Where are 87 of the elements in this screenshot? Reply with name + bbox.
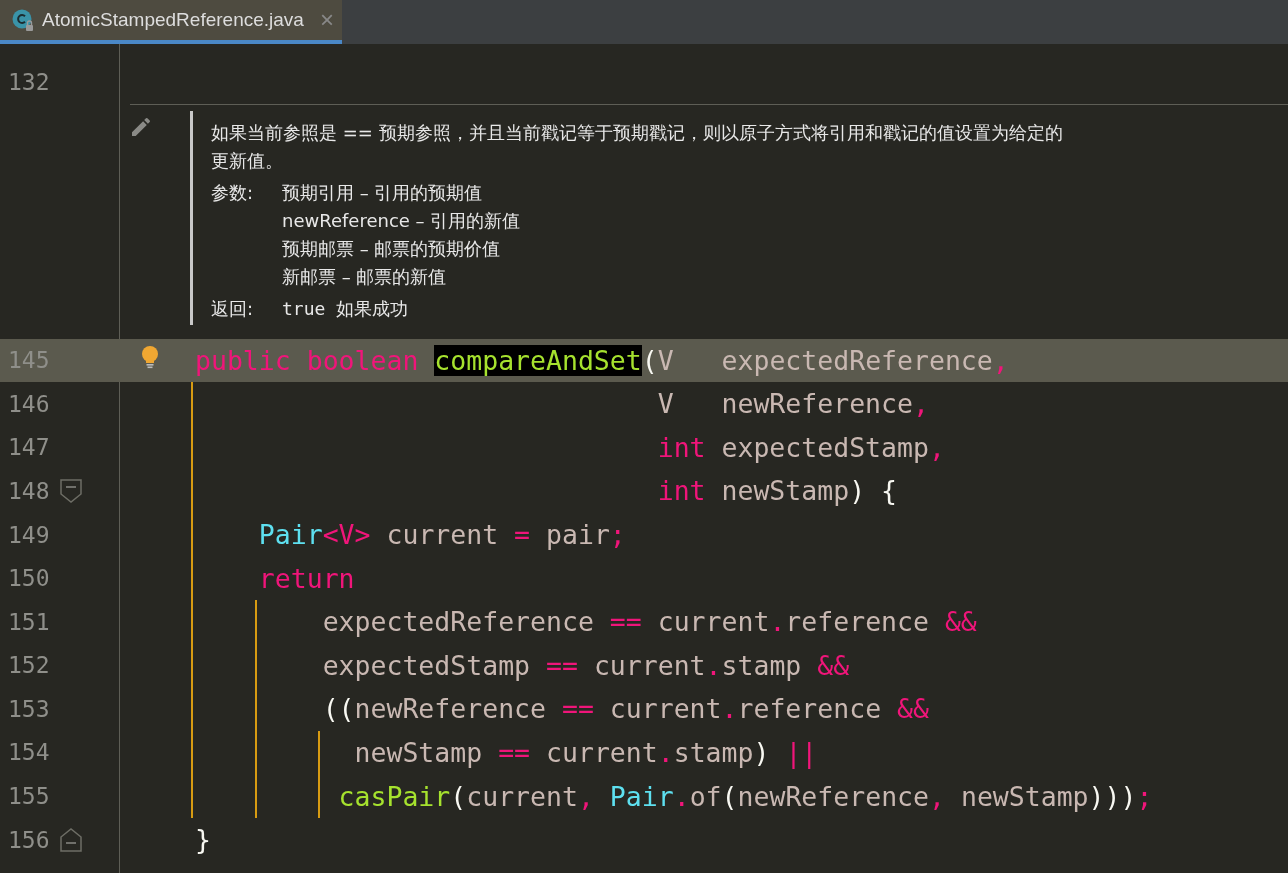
- doc-section-label: 参数:: [211, 180, 255, 205]
- identifier: newStamp: [960, 780, 1089, 812]
- operator: .: [769, 606, 786, 638]
- operator: ,: [929, 780, 946, 812]
- line-number: 147: [7, 433, 51, 463]
- identifier: current: [656, 606, 770, 638]
- identifier: stamp: [673, 736, 754, 768]
- operator: ==: [546, 649, 578, 681]
- line-number: 151: [7, 607, 51, 637]
- identifier: V expectedReference: [657, 344, 993, 376]
- doc-entry: 新邮票 – 邮票的新值: [282, 264, 448, 289]
- operator: <V>: [322, 518, 371, 550]
- identifier: newStamp: [721, 475, 850, 507]
- punctuation: ))): [1088, 780, 1137, 812]
- identifier: newStamp: [353, 736, 484, 768]
- operator: .: [705, 649, 722, 681]
- line-number: 146: [7, 389, 51, 419]
- operator: &&: [944, 606, 977, 638]
- type-name: Pair: [257, 518, 323, 550]
- punctuation: (: [450, 780, 467, 812]
- class-file-icon: [12, 8, 34, 32]
- operator: ,: [912, 388, 929, 420]
- punctuation: ((: [321, 693, 355, 725]
- punctuation: (: [721, 780, 738, 812]
- operator: &&: [897, 693, 929, 725]
- punctuation: (: [641, 344, 658, 376]
- identifier: stamp: [721, 649, 803, 681]
- punctuation: ) {: [849, 475, 897, 507]
- keyword: public boolean: [195, 344, 420, 376]
- operator: ,: [577, 780, 595, 812]
- identifier: pair: [545, 518, 610, 550]
- identifier: reference: [785, 606, 930, 638]
- fold-marker-icon[interactable]: [60, 828, 82, 853]
- operator: ;: [1136, 780, 1153, 812]
- line-number: 148: [7, 476, 51, 506]
- punctuation: }: [195, 824, 211, 856]
- identifier: current: [545, 736, 658, 768]
- line-number: 150: [7, 564, 51, 594]
- operator: &&: [817, 649, 850, 681]
- identifier: newReference: [737, 780, 929, 812]
- line-number: 152: [7, 651, 51, 681]
- operator: ==: [609, 606, 642, 638]
- doc-description: 如果当前参照是 == 预期参照，并且当前戳记等于预期戳记，则以原子方式将引用和戳记的值设置为给定的更新值。: [211, 120, 1064, 173]
- line-number: 149: [7, 520, 51, 550]
- line-number: 132: [7, 67, 51, 97]
- operator: ;: [609, 518, 626, 550]
- doc-entry: newReference – 引用的新值: [282, 208, 521, 233]
- line-number: 155: [7, 782, 51, 812]
- operator: ==: [498, 736, 531, 768]
- operator: ,: [928, 431, 945, 463]
- identifier: expectedReference: [321, 606, 595, 638]
- identifier: reference: [737, 693, 883, 725]
- identifier: of: [689, 780, 722, 812]
- line-number: 145: [7, 346, 51, 376]
- keyword: int: [656, 475, 707, 507]
- punctuation: ): [753, 736, 771, 768]
- fold-marker-icon[interactable]: [60, 479, 82, 504]
- method-name: casPair: [337, 780, 451, 812]
- keyword: int: [656, 431, 707, 463]
- editor-tab[interactable]: AtomicStampedReference.java ×: [0, 0, 342, 44]
- doc-entry: 预期引用 – 引用的预期值: [282, 180, 484, 205]
- operator: ,: [992, 344, 1009, 376]
- identifier: current: [385, 518, 500, 550]
- operator: .: [657, 736, 674, 768]
- line-number: 153: [7, 694, 51, 724]
- operator: .: [673, 780, 690, 812]
- identifier: expectedStamp: [321, 649, 532, 681]
- identifier: expectedStamp: [721, 431, 929, 463]
- keyword: return: [257, 562, 355, 594]
- lightbulb-icon[interactable]: [140, 344, 160, 369]
- identifier: current: [608, 693, 722, 725]
- line-number: 154: [7, 738, 51, 768]
- identifier: current: [592, 649, 706, 681]
- identifier: V newReference: [656, 388, 913, 420]
- line-number: 156: [7, 825, 51, 855]
- doc-section-label: 返回:: [211, 296, 255, 321]
- identifier: current: [466, 780, 578, 812]
- operator: ==: [561, 693, 594, 725]
- operator: =: [514, 518, 531, 550]
- doc-entry: true 如果成功: [282, 296, 409, 321]
- operator: ||: [785, 736, 818, 768]
- identifier: newReference: [354, 693, 547, 725]
- tab-title: AtomicStampedReference.java: [42, 7, 304, 32]
- operator: .: [721, 693, 738, 725]
- type-name: Pair: [609, 780, 674, 812]
- method-name: compareAndSet: [434, 344, 642, 376]
- doc-entry: 预期邮票 – 邮票的预期价值: [282, 236, 502, 261]
